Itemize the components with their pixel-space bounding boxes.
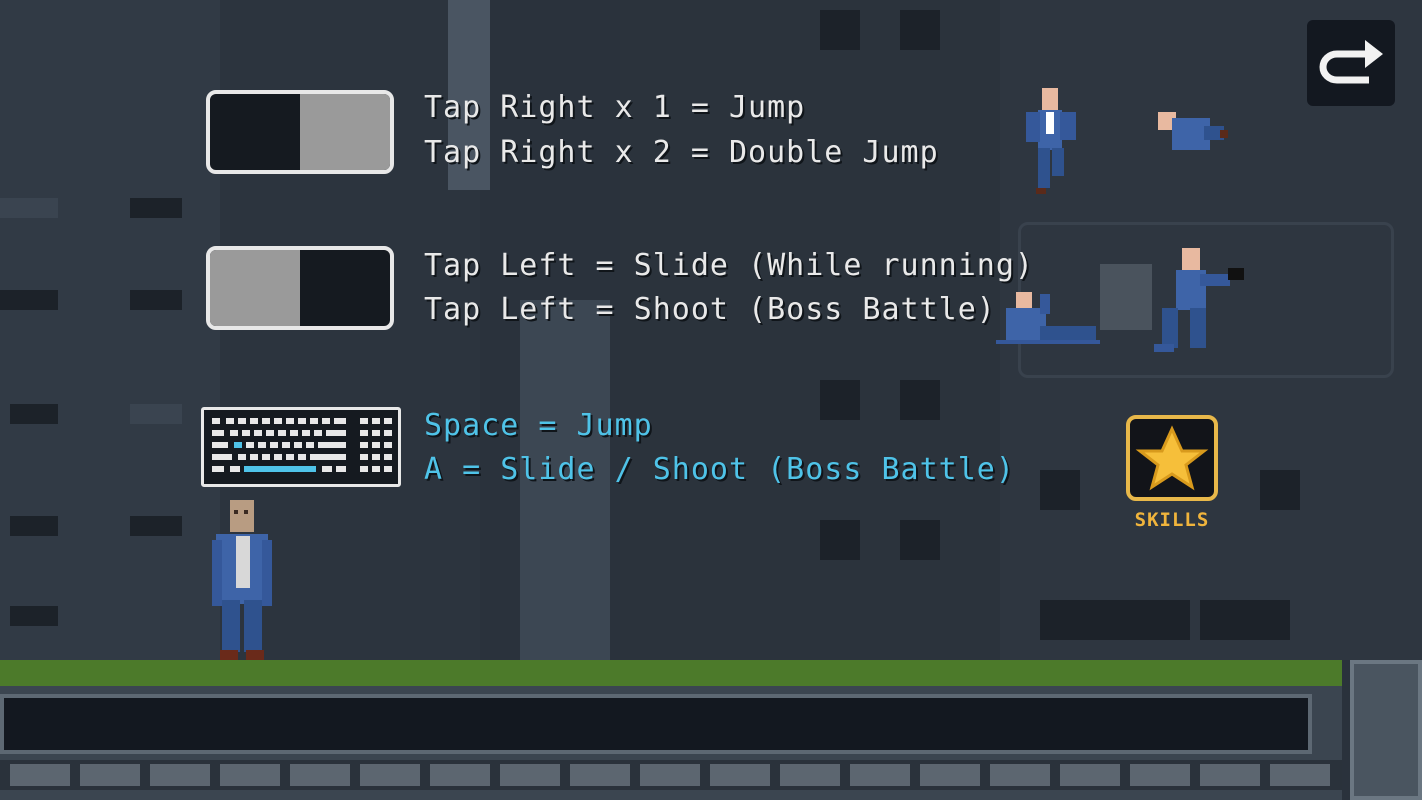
window	[130, 198, 182, 218]
window	[130, 404, 182, 424]
redo-arrow-icon	[1319, 40, 1383, 84]
skills-label[interactable]: SKILLS	[1106, 509, 1238, 531]
ground-block	[1350, 660, 1422, 800]
window	[1200, 600, 1290, 640]
ground-rail	[0, 694, 1312, 754]
ground-grass	[0, 660, 1342, 689]
window	[900, 520, 940, 560]
redo-button[interactable]	[1307, 20, 1395, 106]
keyboard-icon	[201, 407, 401, 487]
player-jump-sprite	[1026, 88, 1076, 194]
window	[1260, 470, 1300, 510]
tap-left-icon	[206, 246, 394, 330]
instruction-tap-right-jump: Tap Right x 1 = Jump	[424, 90, 806, 125]
player-shoot-sprite	[1154, 248, 1244, 352]
player-character	[212, 500, 272, 660]
window	[1040, 600, 1190, 640]
instruction-tap-left-slide: Tap Left = Slide (While running)	[424, 248, 1034, 283]
ground-grate	[0, 760, 1342, 790]
window	[0, 290, 58, 310]
window	[130, 290, 182, 310]
window	[1040, 470, 1080, 510]
game-scene: Tap Right x 1 = Jump Tap Right x 2 = Dou…	[0, 0, 1422, 800]
instruction-tap-right-double-jump: Tap Right x 2 = Double Jump	[424, 135, 939, 170]
window	[0, 198, 58, 218]
window	[10, 606, 58, 626]
window	[10, 404, 58, 424]
tap-right-icon	[206, 90, 394, 174]
background-building-left	[0, 0, 220, 660]
instruction-a-slide-shoot: A = Slide / Shoot (Boss Battle)	[424, 452, 1015, 487]
window	[820, 380, 860, 420]
player-double-jump-sprite	[1158, 112, 1228, 150]
player-slide-sprite	[996, 292, 1100, 344]
skills-button[interactable]	[1126, 415, 1218, 501]
window	[10, 516, 58, 536]
window	[130, 516, 182, 536]
background-panel	[1100, 264, 1152, 330]
star-icon	[1135, 425, 1209, 491]
instruction-space-jump: Space = Jump	[424, 408, 653, 443]
window	[900, 380, 940, 420]
window	[820, 520, 860, 560]
window	[900, 10, 940, 50]
instruction-tap-left-shoot: Tap Left = Shoot (Boss Battle)	[424, 292, 996, 327]
window	[820, 10, 860, 50]
